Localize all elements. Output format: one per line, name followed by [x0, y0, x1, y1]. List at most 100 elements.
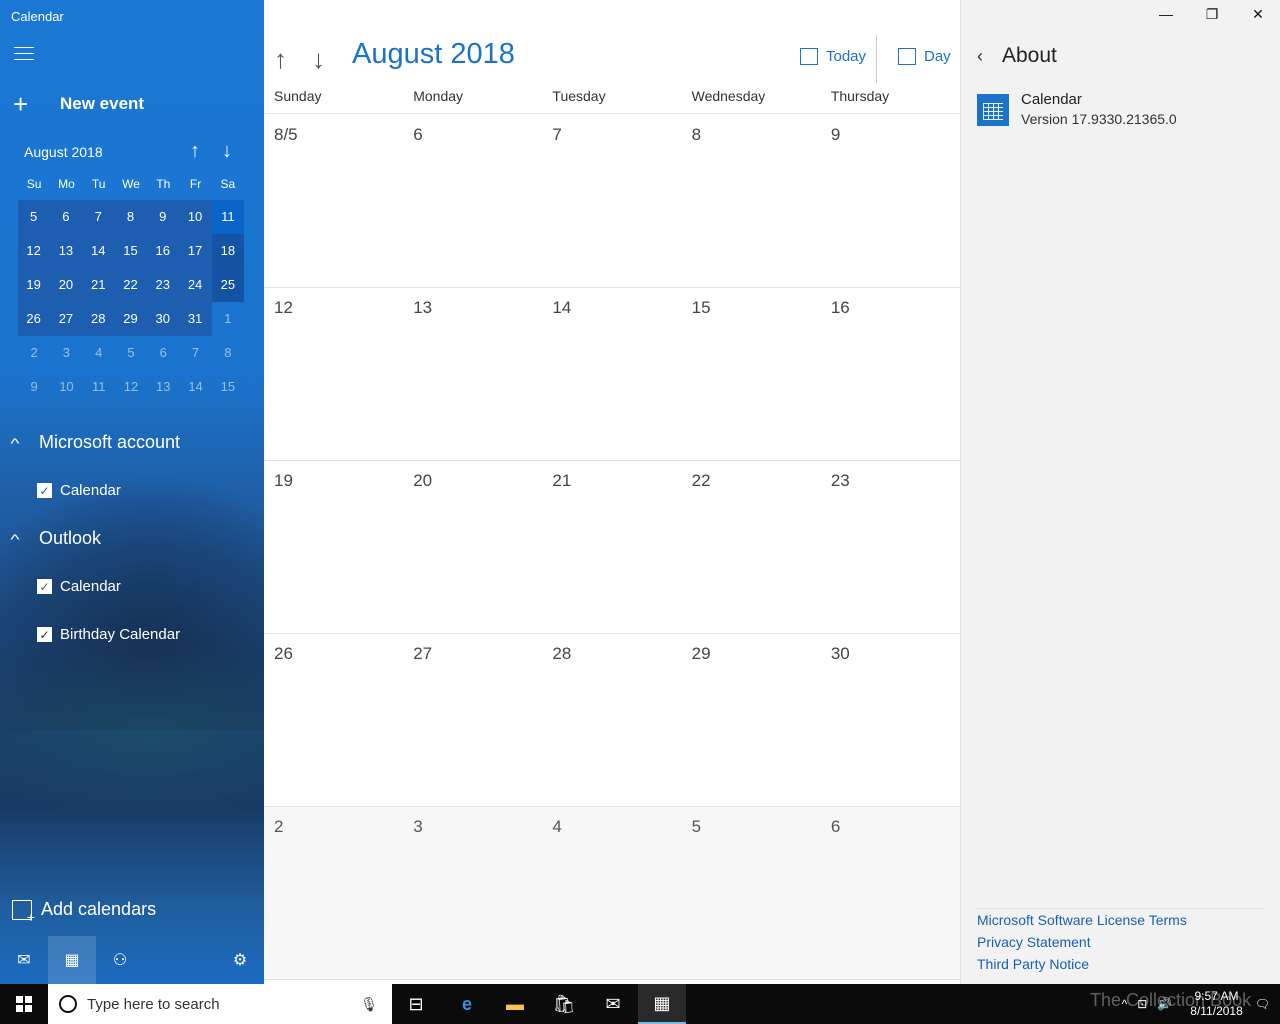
day-cell[interactable]: 28: [542, 634, 681, 806]
mail-app-icon[interactable]: ✉: [589, 984, 637, 1024]
day-cell[interactable]: 26: [264, 634, 403, 806]
calendar-app-taskbar-icon[interactable]: ▦: [638, 984, 686, 1024]
mini-day[interactable]: 20: [50, 268, 83, 302]
day-cell[interactable]: 21: [542, 461, 681, 633]
mini-day-other-month[interactable]: 1: [212, 302, 244, 336]
license-terms-link[interactable]: Microsoft Software License Terms: [977, 912, 1187, 928]
group-outlook[interactable]: ^ Outlook: [10, 528, 101, 549]
mini-next-month-icon[interactable]: ↓: [217, 140, 237, 163]
day-cell[interactable]: 9: [821, 115, 960, 287]
mini-prev-month-icon[interactable]: ↑: [185, 140, 205, 163]
mini-day[interactable]: 25: [211, 268, 244, 302]
today-button[interactable]: Today: [800, 48, 866, 65]
windows-start-icon[interactable]: [0, 984, 48, 1024]
mini-day[interactable]: 6: [50, 200, 83, 234]
day-view-button[interactable]: Day: [898, 48, 951, 65]
day-cell[interactable]: 5: [682, 807, 821, 979]
calendar-toggle-microsoft[interactable]: ✓ Calendar: [37, 482, 121, 499]
taskbar-search-box[interactable]: Type here to search 🎙: [48, 984, 392, 1024]
mini-day[interactable]: 23: [147, 268, 180, 302]
mini-day-other-month[interactable]: 9: [18, 370, 50, 404]
mini-day[interactable]: 17: [179, 234, 212, 268]
month-title[interactable]: August 2018: [352, 38, 515, 71]
mini-day[interactable]: 10: [179, 200, 212, 234]
day-cell[interactable]: 23: [821, 461, 960, 633]
day-cell[interactable]: 3: [403, 807, 542, 979]
group-microsoft-account[interactable]: ^ Microsoft account: [10, 432, 180, 453]
mini-day-selected[interactable]: 11: [211, 200, 244, 234]
day-cell[interactable]: 15: [682, 288, 821, 460]
mini-day[interactable]: 22: [114, 268, 148, 302]
hamburger-menu-icon[interactable]: [14, 47, 34, 63]
mini-day[interactable]: 7: [82, 200, 115, 234]
day-cell[interactable]: 8/5: [264, 115, 403, 287]
day-cell[interactable]: 29: [682, 634, 821, 806]
task-view-icon[interactable]: ⊟: [392, 984, 440, 1024]
day-cell[interactable]: 13: [403, 288, 542, 460]
previous-month-icon[interactable]: ↑: [274, 44, 287, 75]
add-calendars-button[interactable]: Add calendars: [12, 899, 156, 925]
mini-day[interactable]: 27: [50, 302, 83, 336]
day-cell[interactable]: 30: [821, 634, 960, 806]
day-cell[interactable]: 7: [542, 115, 681, 287]
close-icon[interactable]: ✕: [1235, 6, 1280, 23]
checkbox-checked-icon[interactable]: ✓: [37, 627, 52, 642]
mini-day-other-month[interactable]: 7: [179, 336, 211, 370]
day-cell[interactable]: 12: [264, 288, 403, 460]
calendar-toggle-birthday[interactable]: ✓ Birthday Calendar: [37, 626, 180, 643]
mini-day[interactable]: 19: [18, 268, 51, 302]
mini-day-other-month[interactable]: 14: [179, 370, 211, 404]
day-cell[interactable]: 6: [403, 115, 542, 287]
file-explorer-icon[interactable]: ▬: [491, 984, 539, 1024]
day-cell[interactable]: 4: [542, 807, 681, 979]
mini-day-other-month[interactable]: 8: [212, 336, 244, 370]
next-month-icon[interactable]: ↓: [312, 44, 325, 75]
mini-day[interactable]: 8: [114, 200, 148, 234]
day-cell[interactable]: 22: [682, 461, 821, 633]
day-cell[interactable]: 8: [682, 115, 821, 287]
mini-day[interactable]: 29: [114, 302, 148, 336]
calendar-icon[interactable]: ▦: [48, 936, 96, 984]
mini-day[interactable]: 28: [82, 302, 115, 336]
mini-day[interactable]: 13: [50, 234, 83, 268]
restore-icon[interactable]: ❐: [1189, 6, 1235, 23]
mini-day[interactable]: 31: [179, 302, 212, 336]
mini-day[interactable]: 24: [179, 268, 212, 302]
mini-day[interactable]: 26: [18, 302, 51, 336]
day-cell[interactable]: 27: [403, 634, 542, 806]
checkbox-checked-icon[interactable]: ✓: [37, 579, 52, 594]
day-cell[interactable]: 16: [821, 288, 960, 460]
new-event-button[interactable]: + New event: [13, 91, 144, 117]
mini-day-other-month[interactable]: 3: [50, 336, 82, 370]
mini-day[interactable]: 15: [114, 234, 148, 268]
store-icon[interactable]: 🛍: [540, 984, 588, 1024]
day-cell[interactable]: 20: [403, 461, 542, 633]
calendar-toggle-outlook[interactable]: ✓ Calendar: [37, 578, 121, 595]
mini-day[interactable]: 14: [82, 234, 115, 268]
edge-browser-icon[interactable]: e: [443, 984, 491, 1024]
checkbox-checked-icon[interactable]: ✓: [37, 483, 52, 498]
third-party-notice-link[interactable]: Third Party Notice: [977, 956, 1089, 972]
mini-day-other-month[interactable]: 12: [115, 370, 147, 404]
day-cell[interactable]: 19: [264, 461, 403, 633]
mini-day-other-month[interactable]: 6: [147, 336, 179, 370]
back-arrow-icon[interactable]: ‹: [977, 46, 983, 67]
mini-day-other-month[interactable]: 11: [83, 370, 115, 404]
people-icon[interactable]: ⚇: [96, 936, 144, 984]
mini-day[interactable]: 30: [147, 302, 180, 336]
mini-day[interactable]: 21: [82, 268, 115, 302]
action-center-icon[interactable]: 🗨: [1255, 997, 1270, 1011]
minimize-icon[interactable]: —: [1143, 6, 1189, 22]
privacy-statement-link[interactable]: Privacy Statement: [977, 934, 1091, 950]
day-cell[interactable]: 6: [821, 807, 960, 979]
mini-day[interactable]: 18: [211, 234, 244, 268]
mini-day-other-month[interactable]: 10: [50, 370, 82, 404]
day-cell[interactable]: 14: [542, 288, 681, 460]
mini-day-other-month[interactable]: 5: [115, 336, 147, 370]
microphone-icon[interactable]: 🎙: [360, 996, 378, 1013]
mini-day[interactable]: 5: [18, 200, 51, 234]
mini-day-other-month[interactable]: 15: [212, 370, 244, 404]
mini-day[interactable]: 12: [18, 234, 51, 268]
mini-day[interactable]: 9: [147, 200, 180, 234]
mail-icon[interactable]: ✉: [0, 936, 48, 984]
